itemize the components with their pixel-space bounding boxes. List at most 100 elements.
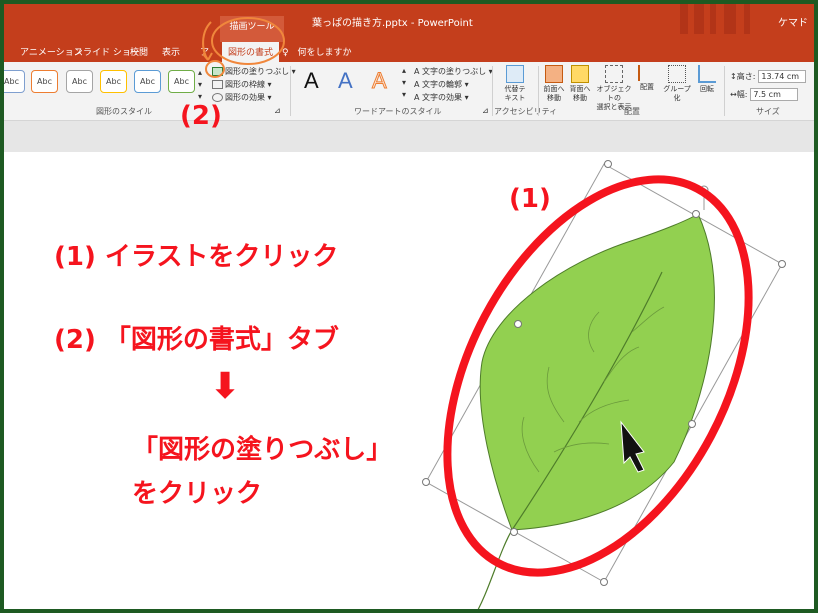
rotation-handle[interactable] — [699, 185, 709, 195]
title-decoration — [680, 4, 688, 34]
title-decoration — [744, 4, 750, 34]
wordart-gallery-down[interactable]: ▾ — [402, 78, 406, 87]
shape-styles-group-label: 図形のスタイル — [96, 107, 152, 116]
group-button[interactable]: グループ化 — [660, 65, 694, 103]
height-label: 高さ: — [736, 72, 756, 81]
ribbon-divider — [290, 66, 291, 116]
pen-outline-icon — [212, 80, 223, 89]
align-button[interactable]: 配置 — [636, 65, 658, 92]
text-outline-button[interactable]: A 文字の輪郭 ▾ — [414, 79, 469, 90]
shape-style-swatch[interactable]: Abc — [100, 70, 127, 93]
selection-pane-button[interactable]: オブジェクトの 選択と表示 — [594, 65, 634, 112]
send-backward-icon — [571, 65, 589, 83]
resize-handle[interactable] — [692, 210, 700, 218]
send-backward-label-1: 背面へ — [569, 85, 591, 93]
bring-forward-button[interactable]: 前面へ 移動 — [542, 65, 566, 103]
tab-shape-format[interactable]: 図形の書式 — [222, 42, 280, 62]
instruction-step3: 「図形の塗りつぶし」 — [132, 435, 393, 465]
text-fill-icon: A — [414, 67, 420, 76]
title-decoration — [724, 4, 736, 34]
text-effects-icon: A — [414, 93, 420, 102]
size-group-label: サイズ — [756, 107, 780, 116]
resize-handle[interactable] — [600, 578, 608, 586]
group-label: グループ化 — [663, 85, 691, 102]
title-decoration — [694, 4, 704, 34]
shape-fill-button[interactable]: 図形の塗りつぶし ▾ — [212, 66, 296, 77]
send-backward-label-2: 移動 — [573, 94, 587, 102]
align-icon — [638, 65, 656, 81]
shape-outline-button[interactable]: 図形の枠線 ▾ — [212, 79, 272, 90]
shape-style-swatch[interactable]: Abc — [31, 70, 58, 93]
ribbon-divider — [492, 66, 493, 116]
height-field[interactable]: ↕高さ: 13.74 cm — [730, 70, 807, 83]
tab-review[interactable]: 校閲 — [130, 45, 148, 58]
shape-style-swatch[interactable]: Abc — [66, 70, 93, 93]
send-backward-button[interactable]: 背面へ 移動 — [568, 65, 592, 103]
width-label: 幅: — [736, 90, 748, 99]
wordart-gallery-up[interactable]: ▴ — [402, 66, 406, 75]
lightbulb-icon: ♀ — [282, 48, 289, 58]
tab-view[interactable]: 表示 — [162, 45, 180, 58]
height-input[interactable]: 13.74 cm — [758, 70, 807, 83]
style-gallery-up[interactable]: ▴ — [198, 68, 202, 77]
resize-handle[interactable] — [510, 528, 518, 536]
marker-step1: (1) — [509, 184, 551, 214]
instruction-step2: (2) 「図形の書式」タブ — [54, 325, 339, 355]
user-name[interactable]: ケマド — [778, 14, 808, 29]
resize-handle[interactable] — [688, 420, 696, 428]
ribbon-tab-bar: アニメーション スライド ショー 校閲 表示 ア 図形の書式 ♀ 何をしますか — [4, 42, 814, 62]
shape-style-swatch[interactable]: Abc — [4, 70, 25, 93]
ribbon-divider — [538, 66, 539, 116]
align-label: 配置 — [640, 83, 654, 91]
alt-text-label-2: キスト — [504, 94, 526, 102]
bring-forward-icon — [545, 65, 563, 83]
style-gallery-more[interactable]: ▾ — [198, 92, 202, 101]
wordart-gallery-more[interactable]: ▾ — [402, 90, 406, 99]
instruction-step1: (1) イラストをクリック — [54, 242, 339, 272]
document-title: 葉っぱの描き方.pptx - PowerPoint — [312, 18, 473, 29]
title-bar: 描画ツール 葉っぱの描き方.pptx - PowerPoint ケマド — [4, 4, 814, 42]
screenshot-frame: 描画ツール 葉っぱの描き方.pptx - PowerPoint ケマド アニメー… — [0, 0, 818, 613]
shape-effects-label: 図形の効果 — [225, 93, 265, 102]
width-field[interactable]: ↔幅: 7.5 cm — [730, 88, 799, 101]
rotate-button[interactable]: 回転 — [696, 65, 718, 94]
editor-band — [4, 121, 814, 152]
slide-canvas[interactable] — [4, 152, 814, 613]
shape-style-swatch[interactable]: Abc — [168, 70, 195, 93]
text-effects-button[interactable]: A 文字の効果 ▾ — [414, 92, 469, 103]
resize-handle[interactable] — [604, 160, 612, 168]
width-input[interactable]: 7.5 cm — [750, 88, 799, 101]
wordart-sample-black[interactable]: A — [304, 68, 319, 94]
wordart-sample-blue[interactable]: A — [338, 68, 353, 94]
shape-style-swatch[interactable]: Abc — [134, 70, 161, 93]
ribbon: Abc Abc Abc Abc Abc Abc ▴ ▾ ▾ 図形のスタイル ⊿ … — [4, 62, 814, 121]
dialog-launcher-icon[interactable]: ⊿ — [482, 106, 489, 115]
leaf-shape[interactable] — [479, 213, 715, 531]
down-arrow-icon: ⬇ — [210, 366, 241, 407]
resize-handle[interactable] — [514, 320, 522, 328]
drawing-tools-context-label: 描画ツール — [220, 16, 284, 42]
leaf-illustration[interactable] — [4, 152, 814, 613]
text-effects-label: 文字の効果 — [422, 93, 463, 102]
tab-truncated[interactable]: ア — [200, 45, 209, 58]
rotate-icon — [698, 65, 716, 83]
dialog-launcher-icon[interactable]: ⊿ — [274, 106, 281, 115]
paint-bucket-icon — [212, 67, 223, 76]
bring-forward-label-1: 前面へ — [543, 85, 565, 93]
ribbon-divider — [724, 66, 725, 116]
wordart-sample-orange[interactable]: A — [372, 68, 388, 94]
alt-text-button[interactable]: 代替テ キスト — [498, 65, 532, 103]
selection-pane-icon — [605, 65, 623, 83]
instruction-step3-click: をクリック — [132, 479, 263, 509]
resize-handle[interactable] — [422, 478, 430, 486]
height-icon: ↕ — [730, 72, 737, 81]
text-fill-button[interactable]: A 文字の塗りつぶし ▾ — [414, 66, 493, 77]
bring-forward-label-2: 移動 — [547, 94, 561, 102]
tell-me-search[interactable]: ♀ 何をしますか — [282, 45, 351, 58]
text-fill-label: 文字の塗りつぶし — [422, 67, 487, 76]
style-gallery-down[interactable]: ▾ — [198, 80, 202, 89]
group-icon — [668, 65, 686, 83]
arrange-group-label: 配置 — [624, 107, 640, 116]
resize-handle[interactable] — [778, 260, 786, 268]
wordart-group-label: ワードアートのスタイル — [354, 107, 442, 116]
